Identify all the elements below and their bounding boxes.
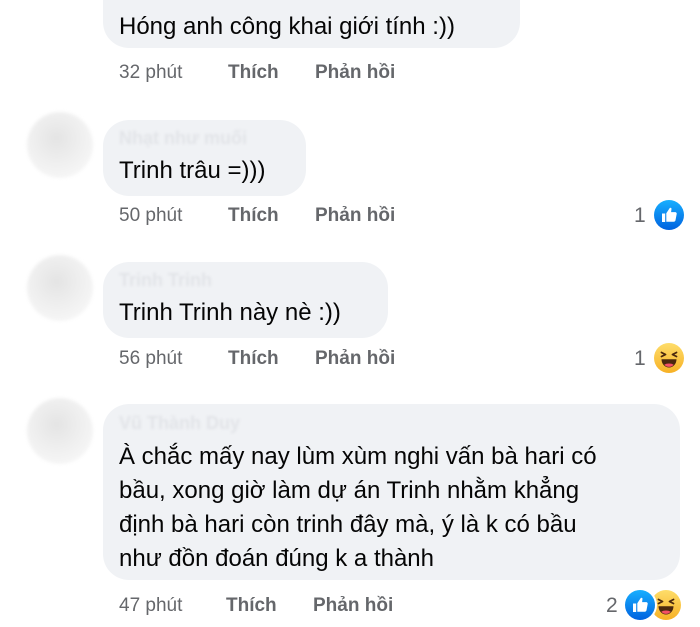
comment-time[interactable]: 32 phút <box>119 62 182 84</box>
avatar[interactable] <box>27 112 93 178</box>
reply-button[interactable]: Phản hồi <box>315 205 395 227</box>
haha-icon[interactable] <box>651 590 681 620</box>
comment-author[interactable]: Vũ Thành Duy <box>119 413 240 434</box>
reply-button[interactable]: Phản hồi <box>315 62 395 84</box>
like-icon[interactable] <box>625 590 655 620</box>
reply-button[interactable]: Phản hồi <box>313 595 393 617</box>
reply-button[interactable]: Phản hồi <box>315 348 395 370</box>
avatar[interactable] <box>27 255 93 321</box>
comment-text-line: bầu, xong giờ làm dự án Trinh nhằm khẳng <box>119 477 580 504</box>
haha-icon[interactable] <box>654 343 684 373</box>
comment-text: Trinh Trinh này nè :)) <box>119 299 341 326</box>
comment-text: Trinh trâu =))) <box>119 157 266 184</box>
comment-time[interactable]: 56 phút <box>119 348 182 370</box>
like-button[interactable]: Thích <box>228 62 279 84</box>
comment-text-line: định bà hari còn trinh đây mà, ý là k có… <box>119 511 577 538</box>
comment-text: Hóng anh công khai giới tính :)) <box>119 13 455 40</box>
like-button[interactable]: Thích <box>226 595 277 617</box>
reaction-count[interactable]: 1 <box>634 347 646 371</box>
comment-text-line: như đồn đoán đúng k a thành <box>119 545 434 572</box>
comment-time[interactable]: 47 phút <box>119 595 182 617</box>
reaction-count[interactable]: 2 <box>606 594 618 618</box>
comment-author[interactable]: Nhạt như muối <box>119 128 247 149</box>
comment-author[interactable]: Trinh Trinh <box>119 270 212 291</box>
like-button[interactable]: Thích <box>228 205 279 227</box>
reaction-count[interactable]: 1 <box>634 204 646 228</box>
like-icon[interactable] <box>654 200 684 230</box>
avatar[interactable] <box>27 398 93 464</box>
comment-time[interactable]: 50 phút <box>119 205 182 227</box>
comment-text-line: À chắc mấy nay lùm xùm nghi vấn bà hari … <box>119 443 597 470</box>
like-button[interactable]: Thích <box>228 348 279 370</box>
